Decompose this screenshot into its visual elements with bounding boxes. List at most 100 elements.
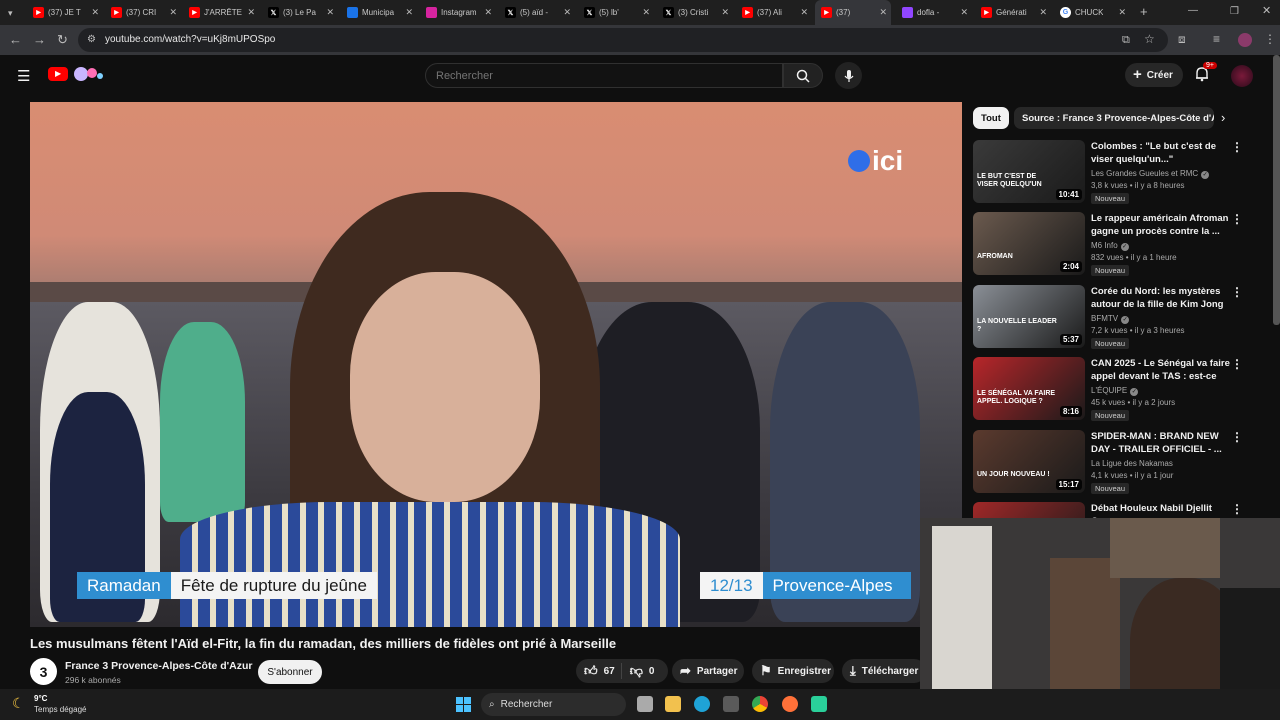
doodle-logo-icon[interactable] <box>72 65 105 83</box>
browser-tab[interactable]: ▶ (37) Ali ✕ <box>736 0 812 25</box>
dislike-button[interactable]: 👎︎ 0 <box>620 663 654 679</box>
recommendation-title[interactable]: SPIDER-MAN : BRAND NEW DAY - TRAILER OFF… <box>1091 430 1231 456</box>
more-options-icon[interactable]: ⋮ <box>1231 357 1243 371</box>
close-tab-icon[interactable]: ✕ <box>484 7 492 18</box>
youtube-logo[interactable]: ▶ <box>48 67 68 81</box>
minimize-icon[interactable]: — <box>1188 4 1198 18</box>
video-thumbnail[interactable] <box>973 502 1085 519</box>
chrome-icon[interactable] <box>752 696 768 712</box>
restore-icon[interactable]: ❐ <box>1230 5 1239 19</box>
save-button[interactable]: ⚑ Enregistrer <box>752 659 834 683</box>
video-thumbnail[interactable]: LE BUT C'EST DE VISER QUELQU'UN 10:41 <box>973 140 1085 203</box>
file-explorer-icon[interactable] <box>665 696 681 712</box>
browser-tab[interactable]: 𝕏 (3) Le Pa ✕ <box>262 0 338 25</box>
close-tab-icon[interactable]: ✕ <box>326 7 334 18</box>
store-icon[interactable] <box>723 696 739 712</box>
video-player[interactable]: ici Ramadan Fête de rupture du jeûne 12/… <box>30 102 962 627</box>
recommendation-title[interactable]: Débat Houleux Nabil Djellit Can <box>1091 502 1231 519</box>
install-app-icon[interactable]: ⧉ <box>1122 33 1130 47</box>
recommendation-item[interactable]: UN JOUR NOUVEAU ! 15:17 SPIDER-MAN : BRAND… <box>973 430 1263 496</box>
browser-tab[interactable]: dofla - ✕ <box>896 0 972 25</box>
search-box[interactable] <box>425 63 783 88</box>
recommendation-title[interactable]: Le rappeur américain Afroman gagne un pr… <box>1091 212 1231 238</box>
edge-icon[interactable] <box>694 696 710 712</box>
weather-temp[interactable]: 9°C <box>34 694 47 703</box>
close-tab-icon[interactable]: ✕ <box>91 7 99 18</box>
forward-icon[interactable]: → <box>33 33 46 47</box>
recommendation-channel[interactable]: La Ligue des Nakamas <box>1091 459 1173 468</box>
more-options-icon[interactable]: ⋮ <box>1231 502 1243 516</box>
weather-moon-icon[interactable]: ☾ <box>12 695 25 712</box>
close-tab-icon[interactable]: ✕ <box>247 7 255 18</box>
video-thumbnail[interactable]: AFROMAN 2:04 <box>973 212 1085 275</box>
recommendation-title[interactable]: Corée du Nord: les mystères autour de la… <box>1091 285 1231 312</box>
firefox-icon[interactable] <box>782 696 798 712</box>
windows-start-icon[interactable] <box>456 697 471 712</box>
close-tab-icon[interactable]: ✕ <box>1118 7 1126 18</box>
share-button[interactable]: ➦ Partager <box>672 659 744 683</box>
close-window-icon[interactable]: ✕ <box>1262 4 1271 18</box>
page-scrollbar[interactable] <box>1273 55 1280 325</box>
search-button[interactable] <box>783 63 823 88</box>
notifications-button[interactable]: 9+ <box>1194 62 1217 84</box>
more-options-icon[interactable]: ⋮ <box>1231 430 1243 444</box>
close-tab-icon[interactable]: ✕ <box>563 7 571 18</box>
address-bar[interactable]: ⚙ youtube.com/watch?v=uKj8mUPOSpo ⧉ ☆ <box>78 28 1168 52</box>
reload-icon[interactable]: ↻ <box>57 33 68 47</box>
recommendation-item[interactable]: AFROMAN 2:04 Le rappeur américain Afroman … <box>973 212 1263 278</box>
recommendation-title[interactable]: Colombes : "Le but c'est de viser quelqu… <box>1091 140 1231 166</box>
create-button[interactable]: + Créer <box>1125 63 1183 87</box>
app-icon[interactable] <box>811 696 827 712</box>
close-tab-icon[interactable]: ✕ <box>405 7 413 18</box>
search-input[interactable] <box>436 70 756 82</box>
more-options-icon[interactable]: ⋮ <box>1231 212 1243 226</box>
chevron-right-icon[interactable]: › <box>1221 110 1225 125</box>
recommendation-title[interactable]: CAN 2025 - Le Sénégal va faire appel dev… <box>1091 357 1231 384</box>
task-view-icon[interactable] <box>637 696 653 712</box>
extensions-icon[interactable]: ⧈ <box>1178 32 1186 46</box>
back-icon[interactable]: ← <box>9 33 22 47</box>
recommendation-channel[interactable]: L'ÉQUIPE ✓ <box>1091 386 1139 396</box>
channel-name[interactable]: France 3 Provence-Alpes-Côte d'Azur <box>65 660 252 672</box>
hamburger-menu-icon[interactable]: ☰ <box>17 67 30 85</box>
video-thumbnail[interactable]: UN JOUR NOUVEAU ! 15:17 <box>973 430 1085 493</box>
recommendation-channel[interactable]: BFMTV ✓ <box>1091 314 1130 324</box>
reading-list-icon[interactable]: ≡ <box>1213 32 1220 46</box>
video-thumbnail[interactable]: Le Sénégal va faire appel. Logique ? 8:16 <box>973 357 1085 420</box>
close-tab-icon[interactable]: ✕ <box>1039 7 1047 18</box>
browser-tab[interactable]: 𝕏 (3) Cristi ✕ <box>657 0 733 25</box>
close-tab-icon[interactable]: ✕ <box>800 7 808 18</box>
close-tab-icon[interactable]: ✕ <box>721 7 729 18</box>
close-tab-icon[interactable]: ✕ <box>879 7 887 18</box>
subscribe-button[interactable]: S'abonner <box>258 660 322 684</box>
recommendation-item[interactable]: LE BUT C'EST DE VISER QUELQU'UN 10:41 Colo… <box>973 140 1263 206</box>
browser-tab[interactable]: Municipa ✕ <box>341 0 417 25</box>
profile-avatar[interactable] <box>1238 33 1252 47</box>
voice-search-button[interactable] <box>835 62 862 89</box>
like-button[interactable]: 👍︎ 67 <box>576 663 615 679</box>
download-button[interactable]: ⤓ Télécharger <box>842 659 926 683</box>
chip-all[interactable]: Tout <box>973 107 1009 129</box>
url-text[interactable]: youtube.com/watch?v=uKj8mUPOSpo <box>105 34 275 45</box>
recommendation-item[interactable]: Débat Houleux Nabil Djellit Can⋮ <box>973 502 1263 519</box>
chip-source[interactable]: Source : France 3 Provence-Alpes-Côte d'… <box>1014 107 1214 129</box>
recommendation-item[interactable]: LA NOUVELLE LEADER ? 5:37 Corée du Nord: l… <box>973 285 1263 351</box>
recommendation-item[interactable]: Le Sénégal va faire appel. Logique ? 8:16… <box>973 357 1263 423</box>
weather-description[interactable]: Temps dégagé <box>34 705 86 714</box>
browser-tab[interactable]: Instagram ✕ <box>420 0 496 25</box>
browser-tab[interactable]: 𝕏 (5) aïd - ✕ <box>499 0 575 25</box>
browser-menu-icon[interactable]: ⋮ <box>1264 32 1276 46</box>
more-options-icon[interactable]: ⋮ <box>1231 140 1243 154</box>
channel-avatar[interactable]: 3 <box>30 658 57 685</box>
browser-tab[interactable]: ▶ (37) JE T ✕ <box>27 0 103 25</box>
browser-tab[interactable]: G CHUCK ✕ <box>1054 0 1130 25</box>
close-tab-icon[interactable]: ✕ <box>169 7 177 18</box>
browser-tab[interactable]: ▶ (37) ✕ <box>815 0 891 25</box>
more-options-icon[interactable]: ⋮ <box>1231 285 1243 299</box>
close-tab-icon[interactable]: ✕ <box>642 7 650 18</box>
video-thumbnail[interactable]: LA NOUVELLE LEADER ? 5:37 <box>973 285 1085 348</box>
recommendation-channel[interactable]: Les Grandes Gueules et RMC ✓ <box>1091 169 1210 179</box>
bookmark-star-icon[interactable]: ☆ <box>1144 32 1155 46</box>
new-tab-button[interactable]: + <box>1140 5 1148 19</box>
browser-tab[interactable]: ▶ J'ARRÊTE ✕ <box>183 0 259 25</box>
